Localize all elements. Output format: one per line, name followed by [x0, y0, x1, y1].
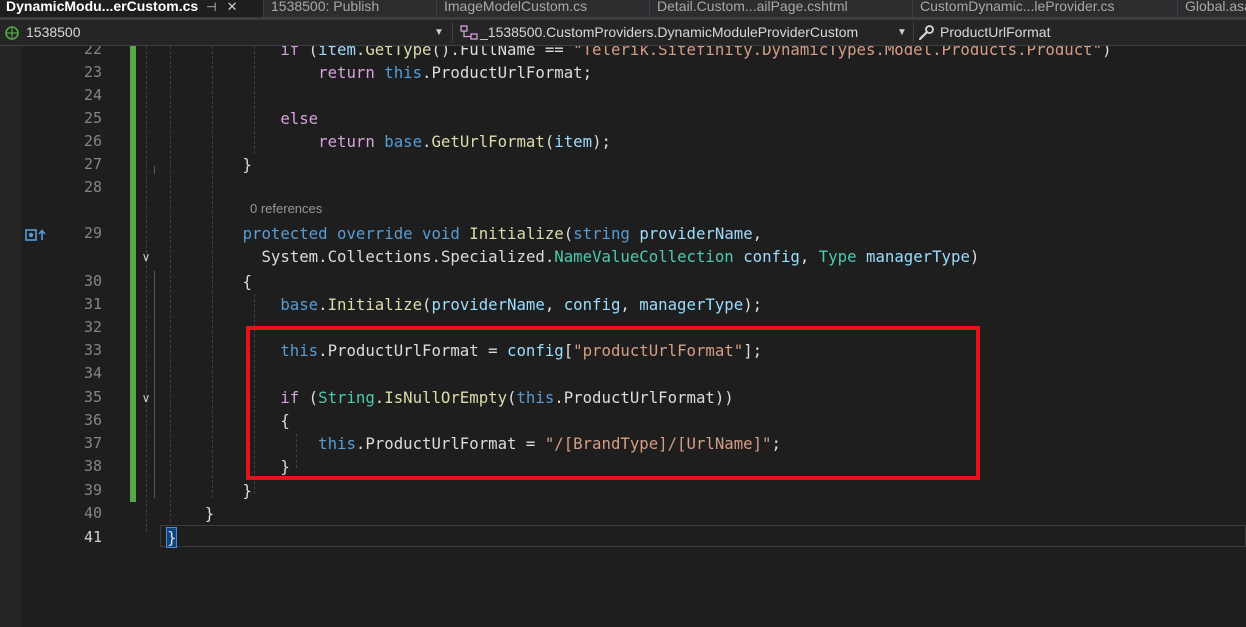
pin-icon[interactable]: ⊣ — [206, 0, 216, 14]
project-file-icon — [5, 26, 19, 40]
code-line-24[interactable]: 24 — [0, 84, 1246, 107]
tab-label: 1538500: Publish — [271, 0, 380, 14]
document-tab-strip: DynamicModu...erCustom.cs ⊣ ✕ 1538500: Pub… — [0, 0, 1246, 20]
code-text: return base.GetUrlFormat(item); — [318, 132, 611, 151]
codelens-row: 0 references — [0, 199, 1246, 219]
line-number: 28 — [83, 178, 102, 196]
line-number: 23 — [83, 63, 102, 81]
chevron-down-icon[interactable]: ∨ — [137, 248, 155, 266]
tab-label: Detail.Custom...ailPage.cshtml — [657, 0, 848, 14]
code-line-26[interactable]: 26 return base.GetUrlFormat(item); — [0, 130, 1246, 153]
code-text: } — [167, 481, 253, 500]
close-icon[interactable]: ✕ — [227, 0, 238, 14]
code-text: base.Initialize(providerName, config, ma… — [280, 295, 763, 314]
line-number: 26 — [83, 132, 102, 150]
chevron-down-icon[interactable]: ▼ — [434, 20, 444, 45]
wrench-icon — [918, 25, 934, 41]
code-text: protected override void Initialize(strin… — [242, 224, 763, 243]
line-number: 31 — [83, 295, 102, 313]
navigation-bar: 1538500 ▼ _1538500.CustomProviders.Dynam… — [0, 20, 1246, 46]
line-number: 32 — [83, 318, 102, 336]
line-number: 36 — [83, 411, 102, 429]
code-line-29[interactable]: 29 protected override void Initialize(st… — [0, 222, 1246, 245]
code-line-29-continuation[interactable]: ∨ System.Collections.Specialized.NameVal… — [0, 245, 1246, 268]
line-number: 34 — [83, 364, 102, 382]
tab-customdynamic-provider[interactable]: CustomDynamic...leProvider.cs — [914, 0, 1178, 17]
line-number: 25 — [83, 109, 102, 127]
code-line-28[interactable]: 28 — [0, 176, 1246, 199]
tab-label: Global.asax — [1185, 0, 1246, 14]
matched-brace: } — [165, 527, 178, 548]
type-name: _1538500.CustomProviders.DynamicModulePr… — [480, 24, 859, 40]
tab-imagemodelcustom[interactable]: ImageModelCustom.cs — [438, 0, 650, 17]
tab-publish[interactable]: 1538500: Publish — [265, 0, 437, 17]
code-text: } — [165, 526, 178, 549]
chevron-down-icon[interactable]: ∨ — [137, 389, 155, 407]
code-line-39[interactable]: 39 } — [0, 479, 1246, 502]
code-line-31[interactable]: 31 base.Initialize(providerName, config,… — [0, 293, 1246, 316]
line-number: 38 — [83, 457, 102, 475]
code-line-40[interactable]: 40 } — [0, 502, 1246, 525]
line-number: 37 — [83, 434, 102, 452]
line-number: 24 — [83, 86, 102, 104]
tab-global-asax[interactable]: Global.asax — [1179, 0, 1246, 17]
member-dropdown[interactable]: ProductUrlFormat — [918, 20, 1246, 45]
tab-label: CustomDynamic...leProvider.cs — [920, 0, 1115, 14]
code-text: { — [167, 272, 253, 291]
code-line-22[interactable]: 22 if (item.GetType().FullName == "Teler… — [0, 46, 1246, 61]
code-line-25[interactable]: 25 else — [0, 107, 1246, 130]
line-number: 35 — [83, 388, 102, 406]
code-text: return this.ProductUrlFormat; — [318, 63, 593, 82]
type-dropdown[interactable]: _1538500.CustomProviders.DynamicModulePr… — [460, 20, 912, 45]
code-line-23[interactable]: 23 return this.ProductUrlFormat; — [0, 61, 1246, 84]
line-number: 30 — [83, 272, 102, 290]
line-number: 27 — [83, 155, 102, 173]
class-structure-icon — [460, 25, 478, 40]
code-editor[interactable]: 22 if (item.GetType().FullName == "Teler… — [0, 46, 1246, 627]
highlight-annotation-box — [246, 326, 980, 480]
code-text: else — [280, 109, 319, 128]
tab-label: ImageModelCustom.cs — [444, 0, 588, 14]
line-number: 40 — [83, 504, 102, 522]
line-number: 39 — [83, 481, 102, 499]
code-text: } — [167, 504, 215, 523]
code-text: } — [167, 155, 253, 174]
member-name: ProductUrlFormat — [940, 24, 1051, 40]
tab-label: DynamicModu...erCustom.cs — [6, 0, 199, 14]
line-number: 33 — [83, 341, 102, 359]
chevron-down-icon[interactable]: ▼ — [897, 20, 907, 45]
project-dropdown[interactable]: 1538500 ▼ — [4, 20, 450, 45]
code-text: System.Collections.Specialized.NameValue… — [261, 247, 980, 266]
tab-dynamicmodule-providercustom[interactable]: DynamicModu...erCustom.cs ⊣ ✕ — [0, 0, 264, 17]
tab-detail-custom[interactable]: Detail.Custom...ailPage.cshtml — [651, 0, 913, 17]
line-number: 29 — [83, 224, 102, 242]
line-number: 41 — [83, 528, 102, 546]
code-line-27[interactable]: 27 } — [0, 153, 1246, 176]
line-number: 22 — [83, 46, 102, 58]
code-text: if (item.GetType().FullName == "Telerik.… — [280, 46, 1112, 59]
code-line-30[interactable]: 30 { — [0, 270, 1246, 293]
code-line-41[interactable]: 41 } — [0, 526, 1246, 549]
codelens-references[interactable]: 0 references — [250, 199, 322, 219]
project-name: 1538500 — [26, 24, 81, 40]
